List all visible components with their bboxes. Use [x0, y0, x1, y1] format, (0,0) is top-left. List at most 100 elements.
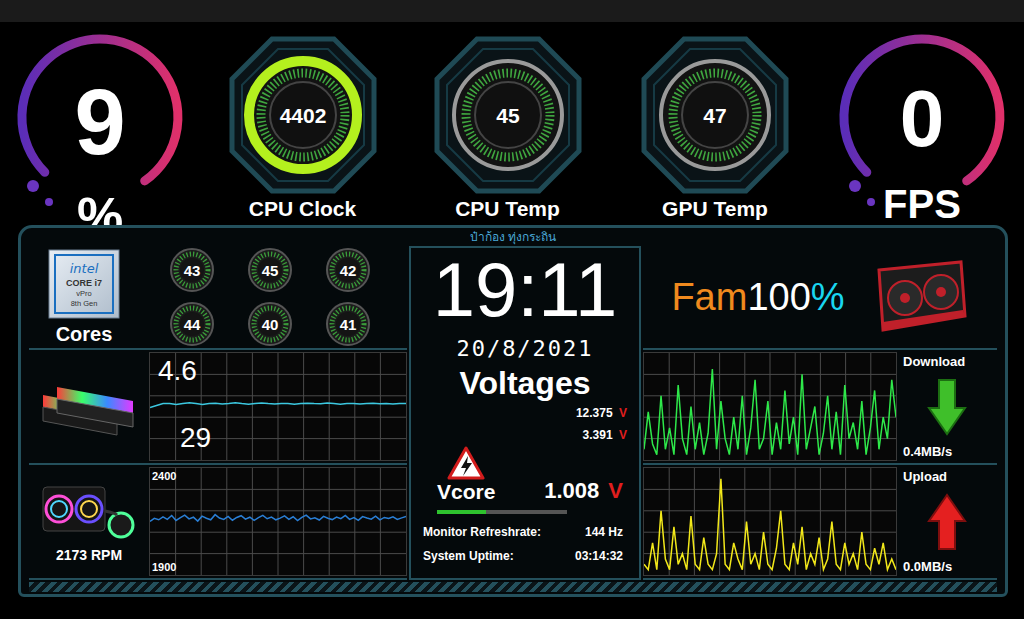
gauge-center	[475, 82, 541, 148]
core-temp-value: 43	[184, 262, 201, 279]
core-temp-value: 40	[262, 316, 279, 333]
sensor-gauge: 47 GPU Temp	[640, 27, 790, 221]
upload-plot	[644, 468, 896, 575]
rail-unit: V	[619, 428, 627, 442]
memory-line	[150, 403, 406, 408]
sensor-panel: 9% 4402 CPU Clock45 CPU Temp47 GPU Temp …	[0, 0, 1024, 619]
octagon-inner	[242, 49, 364, 181]
gauge-value: 47	[703, 104, 726, 127]
info-value: 144 Hz	[585, 520, 623, 544]
core-temp: 41	[325, 301, 371, 347]
sensor-gauge: 45 CPU Temp	[433, 27, 583, 221]
intel-logo-icon: intelCORE i7vPro8th Gen	[48, 249, 120, 319]
upload-info: Upload 0.0MB/s	[897, 465, 997, 578]
gauge-label: CPU Temp	[455, 197, 560, 221]
gauge-dots	[673, 73, 757, 157]
rail-value: 3.391	[583, 428, 613, 442]
core-temp-value: 44	[184, 316, 201, 333]
download-plot	[644, 353, 896, 460]
memory-percent: 29	[180, 422, 211, 454]
core-temp: 40	[247, 301, 293, 347]
voltage-rail: 3.391 V	[583, 424, 627, 446]
gauge-value: 45	[496, 104, 520, 127]
gauge-dots	[466, 73, 550, 157]
upload-label: Upload	[899, 469, 947, 484]
core-temp-value: 45	[262, 262, 279, 279]
memory-used: 4.6	[158, 355, 197, 387]
gauge-row: 9% 4402 CPU Clock45 CPU Temp47 GPU Temp …	[0, 22, 1024, 225]
cpu-block: intelCORE i7vPro8th Gen Cores	[29, 249, 139, 346]
gauge-value: 4402	[279, 104, 326, 127]
download-label: Download	[899, 354, 965, 369]
vcore-meter-fill	[437, 510, 486, 514]
intel-gen: 8th Gen	[71, 299, 98, 308]
cpu-load-value: 9	[74, 71, 125, 173]
fan-chart: 2400 1900	[149, 467, 407, 576]
fps-arc	[844, 39, 1000, 181]
center-panel: 19:11 20/8/2021 Voltages 12.375 V3.391 V…	[409, 246, 641, 580]
vcore-row: Vcore 1.008 V	[423, 446, 627, 504]
core-temp: 43	[169, 247, 215, 293]
gauge-center	[682, 82, 748, 148]
octagon-frame	[644, 39, 786, 191]
vcore-unit: V	[608, 478, 623, 503]
download-rate: 0.4MB/s	[899, 444, 952, 459]
gauge-center	[270, 82, 336, 148]
cores-label: Cores	[56, 323, 113, 346]
gauge-ring	[249, 61, 357, 169]
gauge-dial: 4402	[228, 35, 378, 195]
fan-plot	[150, 468, 406, 575]
gpu-fan-part: %	[811, 276, 845, 318]
fps-unit: FPS	[883, 182, 961, 226]
voltages-title: Voltages	[460, 365, 591, 402]
octagon-frame	[437, 39, 579, 191]
cooler-icon	[41, 481, 137, 541]
download-chart	[643, 352, 897, 461]
arc-dot	[45, 198, 53, 206]
arc-dot	[27, 180, 39, 192]
sensor-gauge: 4402 CPU Clock	[228, 27, 378, 221]
fan-line	[150, 515, 406, 522]
title-strip	[0, 0, 1024, 22]
main-panel: ป๋าก้อง ทุ่งกระถิน intelCORE i7vPro8th G…	[18, 225, 1008, 597]
fps-value: 0	[900, 74, 945, 163]
gpu-fan-part: 100	[747, 276, 810, 318]
download-arrow-icon	[927, 378, 967, 436]
vcore-label-block: Vcore	[437, 446, 495, 504]
panel-grid: intelCORE i7vPro8th Gen Cores 43 45 42 44 40…	[29, 246, 997, 580]
gauge-ring	[661, 61, 769, 169]
arc-dot	[849, 180, 861, 192]
upload-cell: Upload 0.0MB/s	[643, 465, 997, 580]
core-grid: 43 45 42 44 40 41	[169, 247, 371, 347]
octagon-inner	[654, 49, 776, 181]
fps-gauge: 0 FPS	[827, 22, 1017, 225]
arc-dot	[867, 198, 875, 206]
fan-axis-min: 1900	[152, 561, 176, 573]
panel-banner: ป๋าก้อง ทุ่งกระถิน	[29, 228, 997, 246]
fan-axis-max: 2400	[152, 470, 176, 482]
info-value: 03:14:32	[575, 544, 623, 568]
upload-arrow-icon	[927, 493, 967, 551]
core-temp: 42	[325, 247, 371, 293]
memory-cell: 4.6 29	[29, 350, 407, 465]
info-label: System Uptime:	[423, 544, 514, 568]
memory-chart: 4.6 29	[149, 352, 407, 461]
gauge-dial: 47	[640, 35, 790, 195]
download-cell: Download 0.4MB/s	[643, 350, 997, 465]
load-arc	[22, 39, 178, 181]
gpu-fan-reading: Fam100%	[671, 276, 844, 319]
memory-icon-block	[29, 377, 149, 437]
vcore-meter	[437, 510, 567, 514]
gauge-label: GPU Temp	[662, 197, 768, 221]
gauge-label: CPU Clock	[249, 197, 356, 221]
gpu-cell: Fam100%	[643, 246, 997, 350]
rail-value: 12.375	[576, 406, 613, 420]
graphics-card-icon	[869, 260, 969, 334]
info-row: Monitor Refreshrate: 144 Hz	[423, 520, 627, 544]
gpu-fan-part: Fam	[671, 276, 747, 318]
cooler-icon-block: 2173 RPM	[29, 481, 149, 563]
intel-line: CORE i7	[66, 278, 102, 288]
upload-rate: 0.0MB/s	[899, 559, 952, 574]
upload-chart	[643, 467, 897, 576]
gauge-dots	[261, 73, 345, 157]
